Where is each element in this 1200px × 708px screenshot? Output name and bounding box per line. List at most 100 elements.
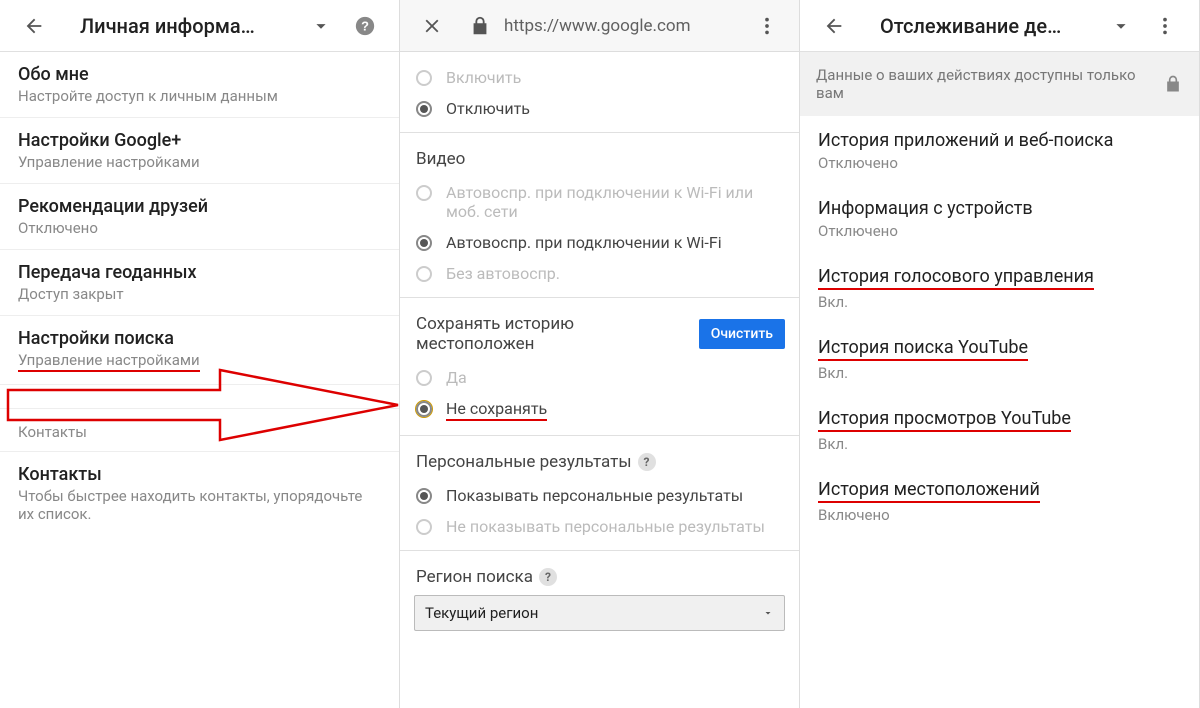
item-contacts[interactable]: Контакты Чтобы быстрее находить контакты… bbox=[0, 452, 399, 535]
panel-activity-tracking: Отслеживание де… Данные о ваших действия… bbox=[800, 0, 1200, 708]
item-title: Обо мне bbox=[18, 64, 381, 85]
privacy-banner: Данные о ваших действиях доступны только… bbox=[800, 52, 1199, 116]
item-subtitle: Отключено bbox=[18, 219, 381, 237]
video-section-title: Видео bbox=[416, 149, 785, 169]
item-title: История голосового управления bbox=[818, 266, 1094, 290]
help-icon[interactable]: ? bbox=[539, 568, 557, 586]
item-location-history[interactable]: История местоположений Включено bbox=[800, 465, 1199, 536]
radio-autoplay-wifi[interactable]: Автовоспр. при подключении к Wi-Fi bbox=[414, 227, 785, 258]
page-title: Отслеживание де… bbox=[880, 14, 1099, 38]
banner-text: Данные о ваших действиях доступны только… bbox=[816, 66, 1151, 102]
section-label: Сохранять историю местоположен bbox=[416, 314, 693, 354]
item-google-plus[interactable]: Настройки Google+ Управление настройками bbox=[0, 118, 399, 184]
item-voice-history[interactable]: История голосового управления Вкл. bbox=[800, 252, 1199, 323]
item-subtitle: Вкл. bbox=[818, 435, 1181, 453]
radio-label: Без автовоспр. bbox=[446, 264, 560, 283]
help-icon[interactable]: ? bbox=[638, 453, 656, 471]
select-value: Текущий регион bbox=[425, 604, 538, 622]
urlbar: https://www.google.com bbox=[400, 0, 799, 52]
item-subtitle: Чтобы быстрее находить контакты, упорядо… bbox=[18, 487, 381, 523]
radio-save-history-no[interactable]: Не сохранять bbox=[414, 393, 785, 427]
help-icon[interactable]: ? bbox=[349, 10, 381, 42]
item-title: История поиска YouTube bbox=[818, 337, 1028, 361]
radio-label: Не сохранять bbox=[446, 399, 547, 421]
item-subtitle: Отключено bbox=[818, 222, 1181, 240]
radio-autoplay-wifi-mobile[interactable]: Автовоспр. при подключении к Wi-Fi или м… bbox=[414, 177, 785, 227]
svg-text:?: ? bbox=[361, 18, 369, 33]
radio-icon bbox=[416, 266, 432, 282]
radio-save-history-yes[interactable]: Да bbox=[414, 362, 785, 393]
lock-icon bbox=[464, 10, 496, 42]
item-about-me[interactable]: Обо мне Настройте доступ к личным данным bbox=[0, 52, 399, 118]
item-subtitle: Вкл. bbox=[818, 364, 1181, 382]
divider bbox=[400, 297, 799, 298]
item-subtitle: Настройте доступ к личным данным bbox=[18, 87, 381, 105]
appbar: Личная информа… ? bbox=[0, 0, 399, 52]
radio-icon bbox=[416, 370, 432, 386]
appbar: Отслеживание де… bbox=[800, 0, 1199, 52]
personal-section-title: Персональные результаты ? bbox=[416, 452, 785, 472]
radio-icon bbox=[416, 519, 432, 535]
divider bbox=[400, 435, 799, 436]
item-subtitle: Отключено bbox=[818, 154, 1181, 172]
item-title: Контакты bbox=[18, 464, 381, 485]
radio-label: Автовоспр. при подключении к Wi-Fi bbox=[446, 233, 722, 252]
clear-button[interactable]: Очистить bbox=[699, 319, 785, 349]
radio-icon bbox=[416, 488, 432, 504]
dropdown-icon[interactable] bbox=[305, 10, 337, 42]
section-label: Персональные результаты bbox=[416, 452, 632, 472]
radio-label: Автовоспр. при подключении к Wi-Fi или м… bbox=[446, 183, 783, 221]
settings-content: Включить Отключить Видео Автовоспр. при … bbox=[400, 52, 799, 645]
item-title: Передача геоданных bbox=[18, 262, 381, 283]
radio-icon bbox=[416, 185, 432, 201]
url-text[interactable]: https://www.google.com bbox=[504, 16, 745, 36]
divider bbox=[400, 132, 799, 133]
panel-browser-settings: https://www.google.com Включить Отключит… bbox=[400, 0, 800, 708]
item-subtitle: Доступ закрыт bbox=[18, 285, 381, 303]
radio-label: Не показывать персональные результаты bbox=[446, 517, 765, 536]
item-search-settings[interactable]: Настройки поиска Управление настройками bbox=[0, 316, 399, 385]
item-title: Настройки Google+ bbox=[18, 130, 381, 151]
radio-icon bbox=[416, 235, 432, 251]
radio-label: Включить bbox=[446, 68, 521, 87]
item-title: Рекомендации друзей bbox=[18, 196, 381, 217]
item-device-info[interactable]: Информация с устройств Отключено bbox=[800, 184, 1199, 252]
radio-icon bbox=[416, 101, 432, 117]
radio-icon bbox=[416, 401, 432, 417]
item-subtitle: Управление настройками bbox=[18, 153, 381, 171]
region-section-title: Регион поиска ? bbox=[416, 567, 785, 587]
radio-enable[interactable]: Включить bbox=[414, 62, 785, 93]
lock-icon bbox=[1163, 74, 1183, 94]
radio-label: Показывать персональные результаты bbox=[446, 486, 743, 505]
item-title: История приложений и веб-поиска bbox=[818, 130, 1113, 151]
item-title: Информация с устройств bbox=[818, 198, 1033, 219]
item-subtitle: Вкл. bbox=[818, 293, 1181, 311]
radio-no-autoplay[interactable]: Без автовоспр. bbox=[414, 258, 785, 289]
section-contacts-label: Контакты bbox=[0, 409, 399, 452]
region-select[interactable]: Текущий регион bbox=[414, 595, 785, 631]
radio-label: Да bbox=[446, 368, 467, 387]
chevron-down-icon bbox=[762, 607, 774, 619]
more-icon[interactable] bbox=[1149, 10, 1181, 42]
item-title: История местоположений bbox=[818, 479, 1040, 503]
more-icon[interactable] bbox=[751, 10, 783, 42]
item-youtube-watch[interactable]: История просмотров YouTube Вкл. bbox=[800, 394, 1199, 465]
radio-hide-personal[interactable]: Не показывать персональные результаты bbox=[414, 511, 785, 542]
item-app-web-history[interactable]: История приложений и веб-поиска Отключен… bbox=[800, 116, 1199, 184]
item-geodata[interactable]: Передача геоданных Доступ закрыт bbox=[0, 250, 399, 316]
item-title: История просмотров YouTube bbox=[818, 408, 1071, 432]
radio-show-personal[interactable]: Показывать персональные результаты bbox=[414, 480, 785, 511]
divider bbox=[400, 550, 799, 551]
dropdown-icon[interactable] bbox=[1105, 10, 1137, 42]
history-section-title: Сохранять историю местоположен Очистить bbox=[416, 314, 785, 354]
back-icon[interactable] bbox=[818, 10, 850, 42]
item-subtitle: Управление настройками bbox=[18, 351, 200, 372]
item-friend-recs[interactable]: Рекомендации друзей Отключено bbox=[0, 184, 399, 250]
item-youtube-search[interactable]: История поиска YouTube Вкл. bbox=[800, 323, 1199, 394]
close-icon[interactable] bbox=[416, 10, 448, 42]
item-subtitle: Включено bbox=[818, 506, 1181, 524]
radio-disable[interactable]: Отключить bbox=[414, 93, 785, 124]
back-icon[interactable] bbox=[18, 10, 50, 42]
section-label: Регион поиска bbox=[416, 567, 533, 587]
radio-label: Отключить bbox=[446, 99, 530, 118]
